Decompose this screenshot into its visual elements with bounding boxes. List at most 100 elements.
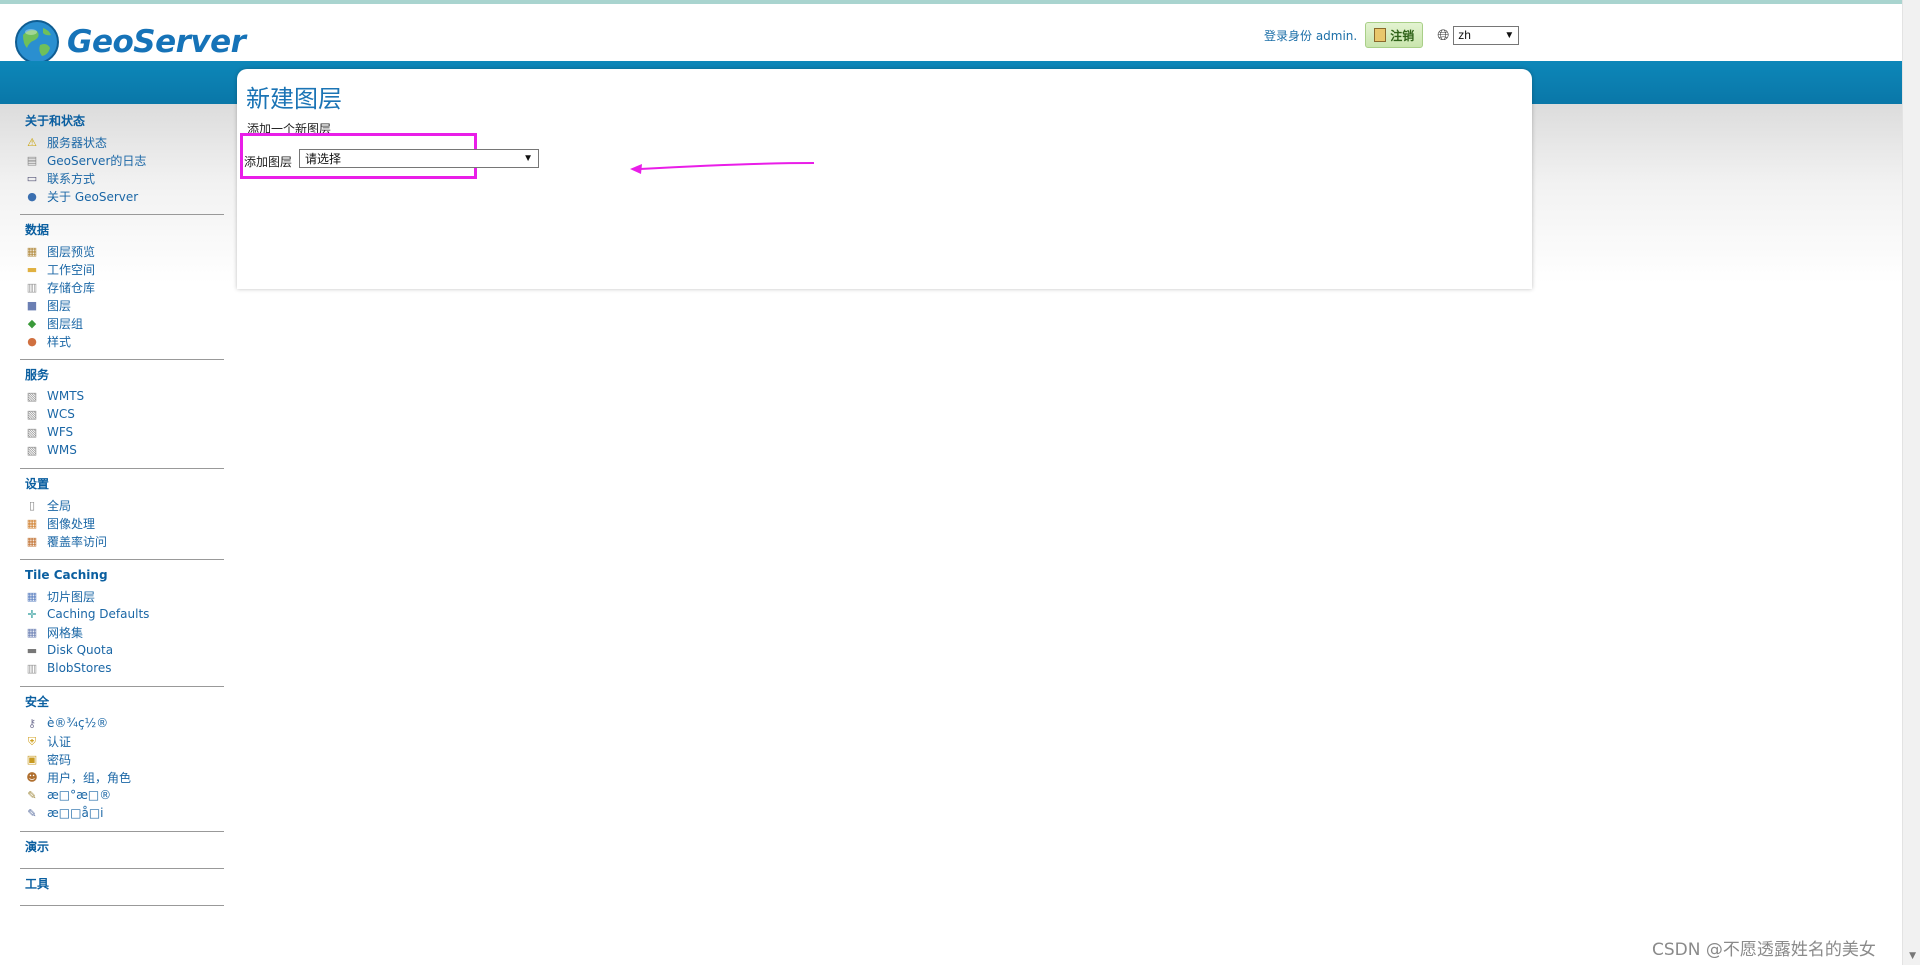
gridset-icon: ▦ bbox=[26, 625, 38, 639]
sidebar-item[interactable]: ⚷ è®¾ç½® bbox=[25, 714, 224, 732]
sidebar-section: 设置 ▯ 全局 ▦ 图像处理 ▦ 覆盖率访问 bbox=[20, 475, 224, 560]
sidebar-item-label: BlobStores bbox=[47, 661, 112, 675]
header: GeoServer bbox=[0, 4, 1903, 64]
caching-defaults-icon: ✛ bbox=[27, 607, 37, 621]
about-icon: ● bbox=[27, 189, 37, 203]
sidebar-section: 工具 bbox=[20, 875, 224, 906]
sidebar-item-label: 覆盖率访问 bbox=[47, 534, 108, 549]
annotation-arrow-icon bbox=[630, 162, 815, 174]
select-value: 请选择 bbox=[305, 152, 342, 166]
language-value: zh bbox=[1458, 28, 1471, 42]
sidebar-item-label: 切片图层 bbox=[47, 589, 96, 604]
log-icon: ▤ bbox=[26, 153, 38, 167]
sidebar-section-title[interactable]: Tile Caching bbox=[25, 568, 224, 583]
sidebar-section: Tile Caching ▦ 切片图层 ✛ Caching Defaults ▦ 网格集 ▬ D… bbox=[20, 566, 224, 687]
sidebar-item[interactable]: ▦ 图像处理 bbox=[25, 514, 224, 532]
sidebar-item[interactable]: ▭ 联系方式 bbox=[25, 169, 224, 187]
store-icon: ▥ bbox=[26, 280, 38, 294]
sidebar-section-title[interactable]: 安全 bbox=[25, 695, 224, 710]
sidebar-item-label: 全局 bbox=[47, 498, 72, 513]
main-panel: 新建图层 添加一个新图层 添加图层 请选择 ▼ bbox=[237, 69, 1532, 289]
sidebar-item[interactable]: ● 关于 GeoServer bbox=[25, 187, 224, 205]
language-globe-icon: 🌐︎ bbox=[1437, 26, 1450, 44]
sidebar-section: 演示 bbox=[20, 838, 224, 869]
sidebar-item[interactable]: ▬ 工作空间 bbox=[25, 260, 224, 278]
add-layer-label: 添加图层 bbox=[244, 155, 293, 169]
service-security-icon: ✎ bbox=[27, 806, 37, 820]
sidebar-section: 关于和状态 ⚠ 服务器状态 ▤ GeoServer的日志 ▭ 联系方式 ● 关于 GeoServ… bbox=[20, 112, 224, 215]
sidebar-item-label: WMTS bbox=[47, 389, 85, 403]
sidebar-item-label: WMS bbox=[47, 443, 77, 457]
sidebar-item[interactable]: ▦ 图层预览 bbox=[25, 242, 224, 260]
vertical-scrollbar[interactable]: ▼ bbox=[1902, 0, 1920, 965]
sidebar-item-label: 密码 bbox=[47, 752, 72, 767]
service-icon: ▧ bbox=[26, 389, 38, 403]
sidebar-section-title[interactable]: 演示 bbox=[25, 840, 224, 855]
contact-icon: ▭ bbox=[26, 171, 38, 185]
sidebar-item-label: 图层预览 bbox=[47, 244, 96, 259]
sidebar-item[interactable]: ⛨ 认证 bbox=[25, 732, 224, 750]
sidebar-item[interactable]: ◆ 图层组 bbox=[25, 314, 224, 332]
sidebar-item-label: WFS bbox=[47, 425, 74, 439]
chevron-down-icon: ▼ bbox=[523, 153, 533, 164]
sidebar-item-label: 联系方式 bbox=[47, 171, 96, 186]
globe-logo-icon bbox=[15, 20, 59, 64]
sidebar-section-title[interactable]: 数据 bbox=[25, 223, 224, 238]
logout-label: 注销 bbox=[1390, 28, 1415, 43]
sidebar-section-title[interactable]: 工具 bbox=[25, 877, 224, 892]
logout-button[interactable]: 注销 bbox=[1365, 22, 1424, 48]
layer-preview-icon: ▦ bbox=[26, 244, 38, 258]
sidebar-item[interactable]: ▧ WCS bbox=[25, 405, 224, 423]
sidebar-item-label: Disk Quota bbox=[47, 643, 114, 657]
sidebar-item[interactable]: ☻ 用户，组，角色 bbox=[25, 768, 224, 786]
sidebar-item[interactable]: ▬ Disk Quota bbox=[25, 641, 224, 659]
sidebar-section-title[interactable]: 服务 bbox=[25, 368, 224, 383]
data-security-icon: ✎ bbox=[27, 788, 37, 802]
sidebar-section-title[interactable]: 关于和状态 bbox=[25, 114, 224, 129]
sidebar-item[interactable]: ✎ æ□°æ□® bbox=[25, 786, 224, 804]
sidebar-item[interactable]: ▯ 全局 bbox=[25, 496, 224, 514]
sidebar-section-title[interactable]: 设置 bbox=[25, 477, 224, 492]
sidebar-item[interactable]: ▧ WFS bbox=[25, 423, 224, 441]
sidebar-section: 安全 ⚷ è®¾ç½® ⛨ 认证 ▣ 密码 ☻ 用户，组，角色 ✎ æ□°æ□® ✎ æ□□å□i bbox=[20, 693, 224, 832]
workspace-icon: ▬ bbox=[26, 262, 38, 276]
sidebar-item-label: GeoServer的日志 bbox=[47, 153, 147, 168]
image-processing-icon: ▦ bbox=[26, 516, 38, 530]
layer-icon: ■ bbox=[26, 298, 38, 312]
shield-icon: ⛨ bbox=[27, 734, 37, 748]
add-layer-select[interactable]: 请选择 ▼ bbox=[299, 149, 539, 168]
sidebar-item[interactable]: ▦ 覆盖率访问 bbox=[25, 532, 224, 550]
logo-text: GeoServer bbox=[67, 24, 246, 60]
sidebar-nav: 关于和状态 ⚠ 服务器状态 ▤ GeoServer的日志 ▭ 联系方式 ● 关于 GeoServ… bbox=[20, 112, 224, 912]
service-icon: ▧ bbox=[26, 407, 38, 421]
sidebar-item[interactable]: ■ 图层 bbox=[25, 296, 224, 314]
language-select[interactable]: zh ▼ bbox=[1453, 25, 1520, 45]
sidebar-item-label: Caching Defaults bbox=[47, 607, 150, 621]
sidebar-item[interactable]: ▣ 密码 bbox=[25, 750, 224, 768]
global-icon: ▯ bbox=[28, 498, 36, 512]
sidebar-item[interactable]: ▥ 存储仓库 bbox=[25, 278, 224, 296]
sidebar-item[interactable]: ▦ 网格集 bbox=[25, 623, 224, 641]
watermark: CSDN @不愿透露姓名的美女 bbox=[1652, 940, 1876, 960]
users-icon: ☻ bbox=[26, 770, 38, 784]
sidebar-item[interactable]: ✎ æ□□å□i bbox=[25, 804, 224, 822]
lock-icon: ▣ bbox=[26, 752, 38, 766]
page-title: 新建图层 bbox=[246, 85, 342, 113]
sidebar-item[interactable]: ✛ Caching Defaults bbox=[25, 605, 224, 623]
sidebar-item[interactable]: ▦ 切片图层 bbox=[25, 587, 224, 605]
sidebar-item[interactable]: ⚠ 服务器状态 bbox=[25, 133, 224, 151]
sidebar-item[interactable]: ▤ GeoServer的日志 bbox=[25, 151, 224, 169]
sidebar-section: 数据 ▦ 图层预览 ▬ 工作空间 ▥ 存储仓库 ■ 图层 ◆ 图层组 ● 样式 bbox=[20, 221, 224, 360]
coverage-access-icon: ▦ bbox=[26, 534, 38, 548]
user-bar: 登录身份 admin. 注销 🌐︎ zh ▼ bbox=[1264, 22, 1520, 48]
sidebar-item[interactable]: ▥ BlobStores bbox=[25, 659, 224, 677]
scroll-down-icon[interactable]: ▼ bbox=[1909, 951, 1916, 961]
sidebar-item[interactable]: ● 样式 bbox=[25, 332, 224, 350]
chevron-down-icon: ▼ bbox=[1504, 29, 1515, 41]
sidebar-item[interactable]: ▧ WMS bbox=[25, 441, 224, 459]
sidebar-item[interactable]: ▧ WMTS bbox=[25, 387, 224, 405]
sidebar-item-label: 关于 GeoServer bbox=[47, 189, 139, 204]
sidebar-item-label: 网格集 bbox=[47, 625, 84, 640]
geoserver-logo[interactable]: GeoServer bbox=[13, 18, 246, 66]
service-icon: ▧ bbox=[26, 425, 38, 439]
